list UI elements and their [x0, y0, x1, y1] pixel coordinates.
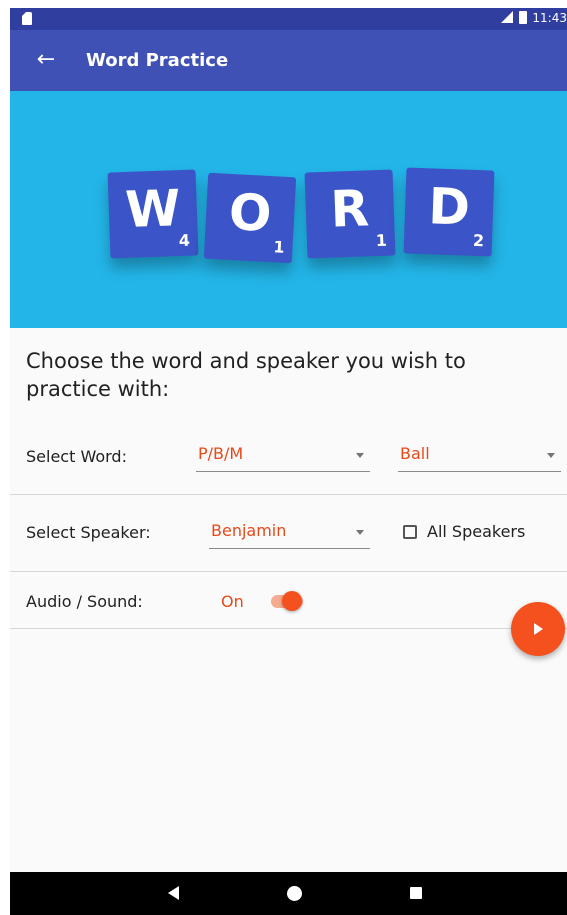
word-value: Ball	[400, 444, 430, 463]
audio-state-label: On	[221, 592, 244, 611]
app-screen: 11:43 ← Word Practice W 4 O 1 R 1 D 2 Ch…	[10, 8, 567, 915]
divider	[10, 628, 567, 629]
tile-score: 2	[472, 230, 485, 251]
arrow-back-icon[interactable]: ←	[30, 44, 62, 76]
status-indicators: 11:43	[501, 11, 567, 25]
battery-icon	[519, 11, 528, 24]
letter-tile-o: O 1	[203, 172, 297, 264]
audio-switch[interactable]	[282, 591, 302, 611]
word-banner: W 4 O 1 R 1 D 2	[10, 91, 567, 328]
divider	[10, 571, 567, 572]
speaker-value: Benjamin	[211, 521, 287, 540]
app-bar: ← Word Practice	[10, 30, 567, 91]
play-icon	[534, 623, 543, 635]
letter-tile-r: R 1	[304, 169, 396, 259]
divider	[10, 494, 567, 495]
select-word-label: Select Word:	[26, 447, 127, 466]
word-group-dropdown[interactable]: P/B/M	[196, 441, 370, 472]
nav-home-icon[interactable]	[287, 886, 302, 901]
page-title: Word Practice	[86, 50, 229, 71]
word-dropdown[interactable]: Ball	[398, 441, 561, 472]
select-speaker-label: Select Speaker:	[26, 523, 151, 542]
letter-tile-d: D 2	[403, 167, 495, 257]
tile-letter: D	[427, 177, 471, 237]
dropdown-arrow-icon	[356, 530, 364, 535]
sd-card-icon	[22, 12, 32, 25]
dropdown-arrow-icon	[356, 453, 364, 458]
speaker-dropdown[interactable]: Benjamin	[209, 518, 370, 549]
tile-letter: O	[227, 182, 274, 244]
nav-recents-icon[interactable]	[410, 887, 422, 899]
dropdown-arrow-icon	[547, 453, 555, 458]
nav-back-icon[interactable]	[168, 886, 179, 900]
instruction-text: Choose the word and speaker you wish to …	[26, 349, 466, 401]
all-speakers-label[interactable]: All Speakers	[427, 522, 525, 541]
tile-score: 4	[178, 230, 191, 251]
word-group-value: P/B/M	[198, 444, 244, 463]
system-nav-bar	[10, 872, 567, 915]
play-button[interactable]	[511, 602, 565, 656]
audio-sound-label: Audio / Sound:	[26, 592, 143, 611]
status-bar: 11:43	[10, 8, 567, 30]
tile-score: 1	[375, 230, 388, 251]
all-speakers-checkbox[interactable]	[403, 525, 417, 539]
signal-icon	[501, 11, 514, 23]
status-time: 11:43	[532, 11, 567, 25]
letter-tile-w: W 4	[107, 169, 199, 259]
tile-score: 1	[272, 237, 286, 257]
